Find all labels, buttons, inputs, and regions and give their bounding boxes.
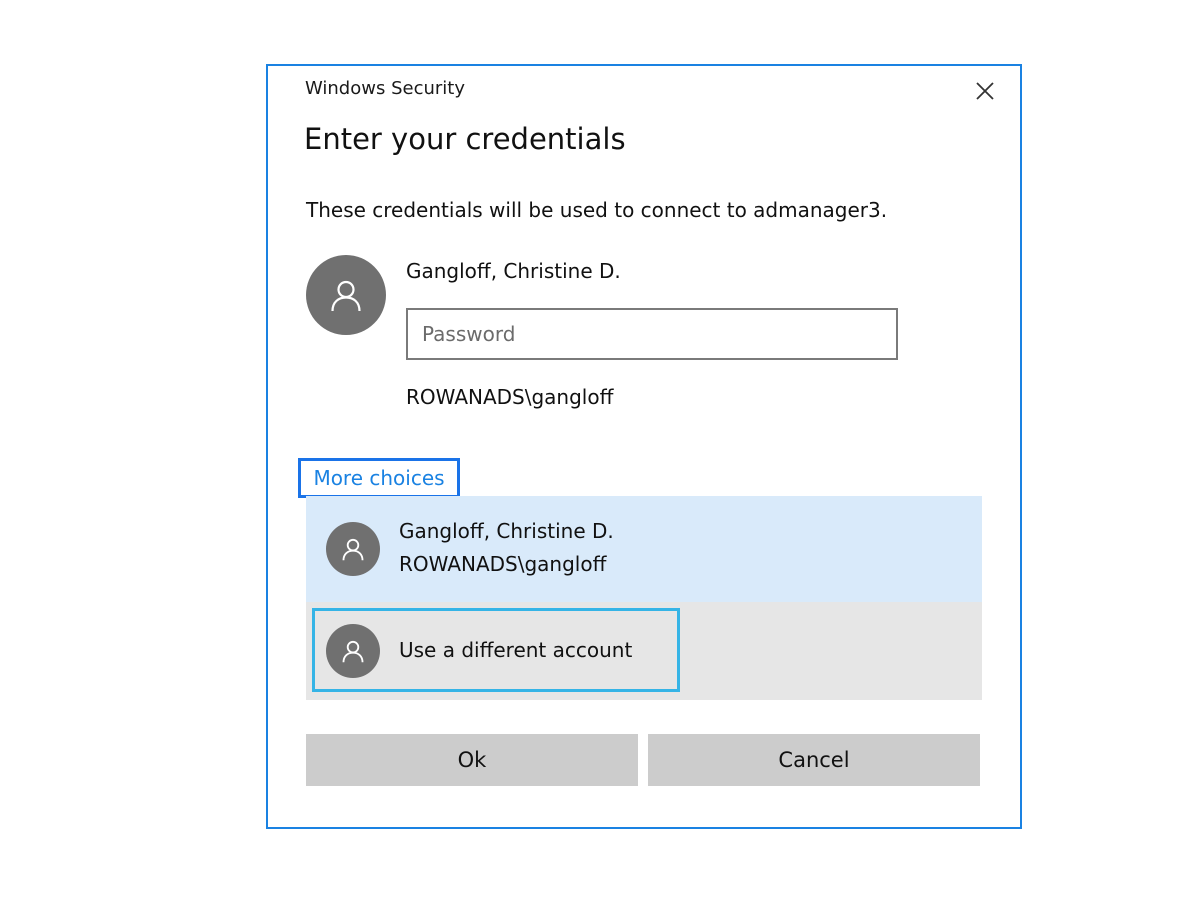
- password-input[interactable]: [406, 308, 898, 360]
- dialog-heading: Enter your credentials: [304, 122, 626, 156]
- window-title: Windows Security: [305, 78, 465, 99]
- more-choices-link[interactable]: More choices: [298, 458, 460, 498]
- user-avatar: [306, 255, 386, 335]
- account-item-gangloff[interactable]: Gangloff, Christine D. ROWANADS\gangloff: [306, 496, 982, 602]
- account-text: Gangloff, Christine D. ROWANADS\gangloff: [399, 515, 614, 581]
- user-avatar-icon: [342, 640, 364, 663]
- cancel-button[interactable]: Cancel: [648, 734, 980, 786]
- close-icon: [976, 82, 994, 100]
- user-avatar-icon: [331, 280, 361, 312]
- close-button[interactable]: [968, 74, 1002, 108]
- account-list: Gangloff, Christine D. ROWANADS\gangloff…: [306, 496, 982, 700]
- current-user-domain: ROWANADS\gangloff: [406, 385, 614, 409]
- account-display-name: Gangloff, Christine D.: [399, 519, 614, 543]
- current-user-name: Gangloff, Christine D.: [406, 259, 621, 283]
- use-different-account-item[interactable]: Use a different account: [306, 602, 982, 700]
- account-avatar: [326, 522, 380, 576]
- use-different-account-label: Use a different account: [399, 638, 633, 662]
- user-avatar-icon: [342, 538, 364, 561]
- windows-security-dialog: Windows Security Enter your credentials …: [266, 64, 1022, 829]
- ok-button[interactable]: Ok: [306, 734, 638, 786]
- dialog-description: These credentials will be used to connec…: [306, 198, 888, 222]
- account-domain-user: ROWANADS\gangloff: [399, 552, 607, 576]
- account-avatar: [326, 624, 380, 678]
